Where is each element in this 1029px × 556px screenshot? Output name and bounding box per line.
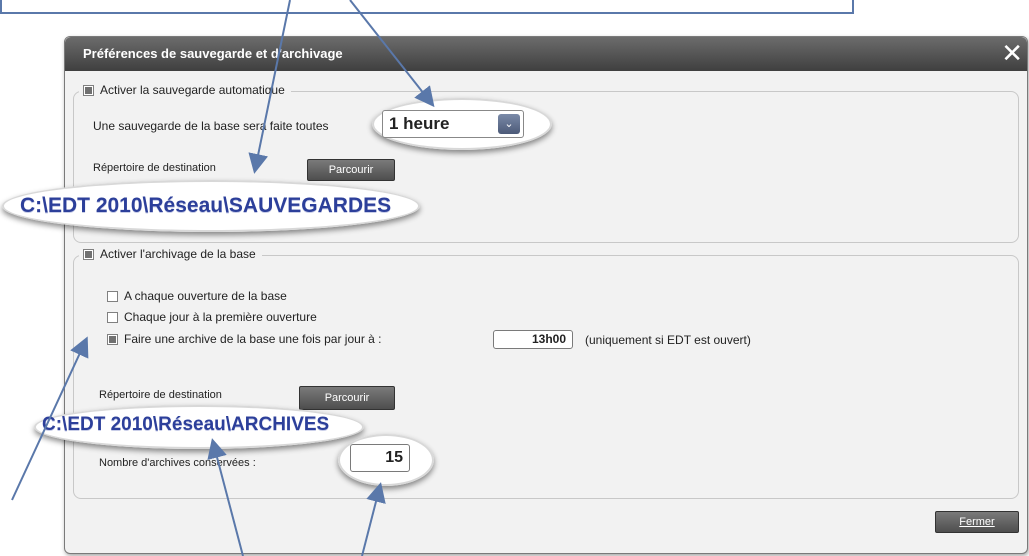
archive-label: Activer l'archivage de la base <box>100 247 256 261</box>
archive-path: C:\EDT 2010\Réseau\ARCHIVES <box>42 414 330 435</box>
option-2-label: Chaque jour à la première ouverture <box>124 310 317 324</box>
close-button[interactable]: Fermer <box>935 511 1019 533</box>
interval-dropdown[interactable]: 1 heure ⌄ <box>382 110 524 138</box>
browse-button-autosave[interactable]: Parcourir <box>307 159 395 181</box>
archive-option-1[interactable]: A chaque ouverture de la base <box>107 289 287 303</box>
auto-save-label: Activer la sauvegarde automatique <box>100 83 285 97</box>
title-bar: Préférences de sauvegarde et d'archivage… <box>65 37 1027 71</box>
browse-button-archive[interactable]: Parcourir <box>299 386 395 410</box>
autosave-path: C:\EDT 2010\Réseau\SAUVEGARDES <box>20 194 392 217</box>
archive-count-label: Nombre d'archives conservées : <box>99 457 256 469</box>
dest-label-autosave: Répertoire de destination <box>93 162 216 174</box>
auto-save-checkbox[interactable] <box>83 84 94 96</box>
option-1-checkbox[interactable] <box>107 290 118 302</box>
option-3-label: Faire une archive de la base une fois pa… <box>124 332 382 346</box>
close-button-label: Fermer <box>959 516 995 528</box>
auto-save-legend[interactable]: Activer la sauvegarde automatique <box>79 83 291 97</box>
interval-value: 1 heure <box>389 114 450 133</box>
archive-legend[interactable]: Activer l'archivage de la base <box>79 247 262 261</box>
archive-option-3[interactable]: Faire une archive de la base une fois pa… <box>107 332 381 346</box>
chevron-down-icon[interactable]: ⌄ <box>498 114 520 134</box>
callout-frame <box>0 0 854 14</box>
interval-row: Une sauvegarde de la base sera faite tou… <box>93 119 329 133</box>
archive-count-input[interactable]: 15 <box>350 444 410 472</box>
dialog-title: Préférences de sauvegarde et d'archivage <box>83 46 343 61</box>
archive-option-2[interactable]: Chaque jour à la première ouverture <box>107 310 317 324</box>
option-2-checkbox[interactable] <box>107 311 118 323</box>
option-3-checkbox[interactable] <box>107 333 118 345</box>
close-icon[interactable]: ✕ <box>1001 39 1023 67</box>
dest-label-archive: Répertoire de destination <box>99 389 222 401</box>
archive-time-input[interactable]: 13h00 <box>493 330 573 349</box>
option-1-label: A chaque ouverture de la base <box>124 289 287 303</box>
archive-checkbox[interactable] <box>83 248 94 260</box>
interval-label: Une sauvegarde de la base sera faite tou… <box>93 119 329 133</box>
archive-time-note: (uniquement si EDT est ouvert) <box>585 333 751 347</box>
